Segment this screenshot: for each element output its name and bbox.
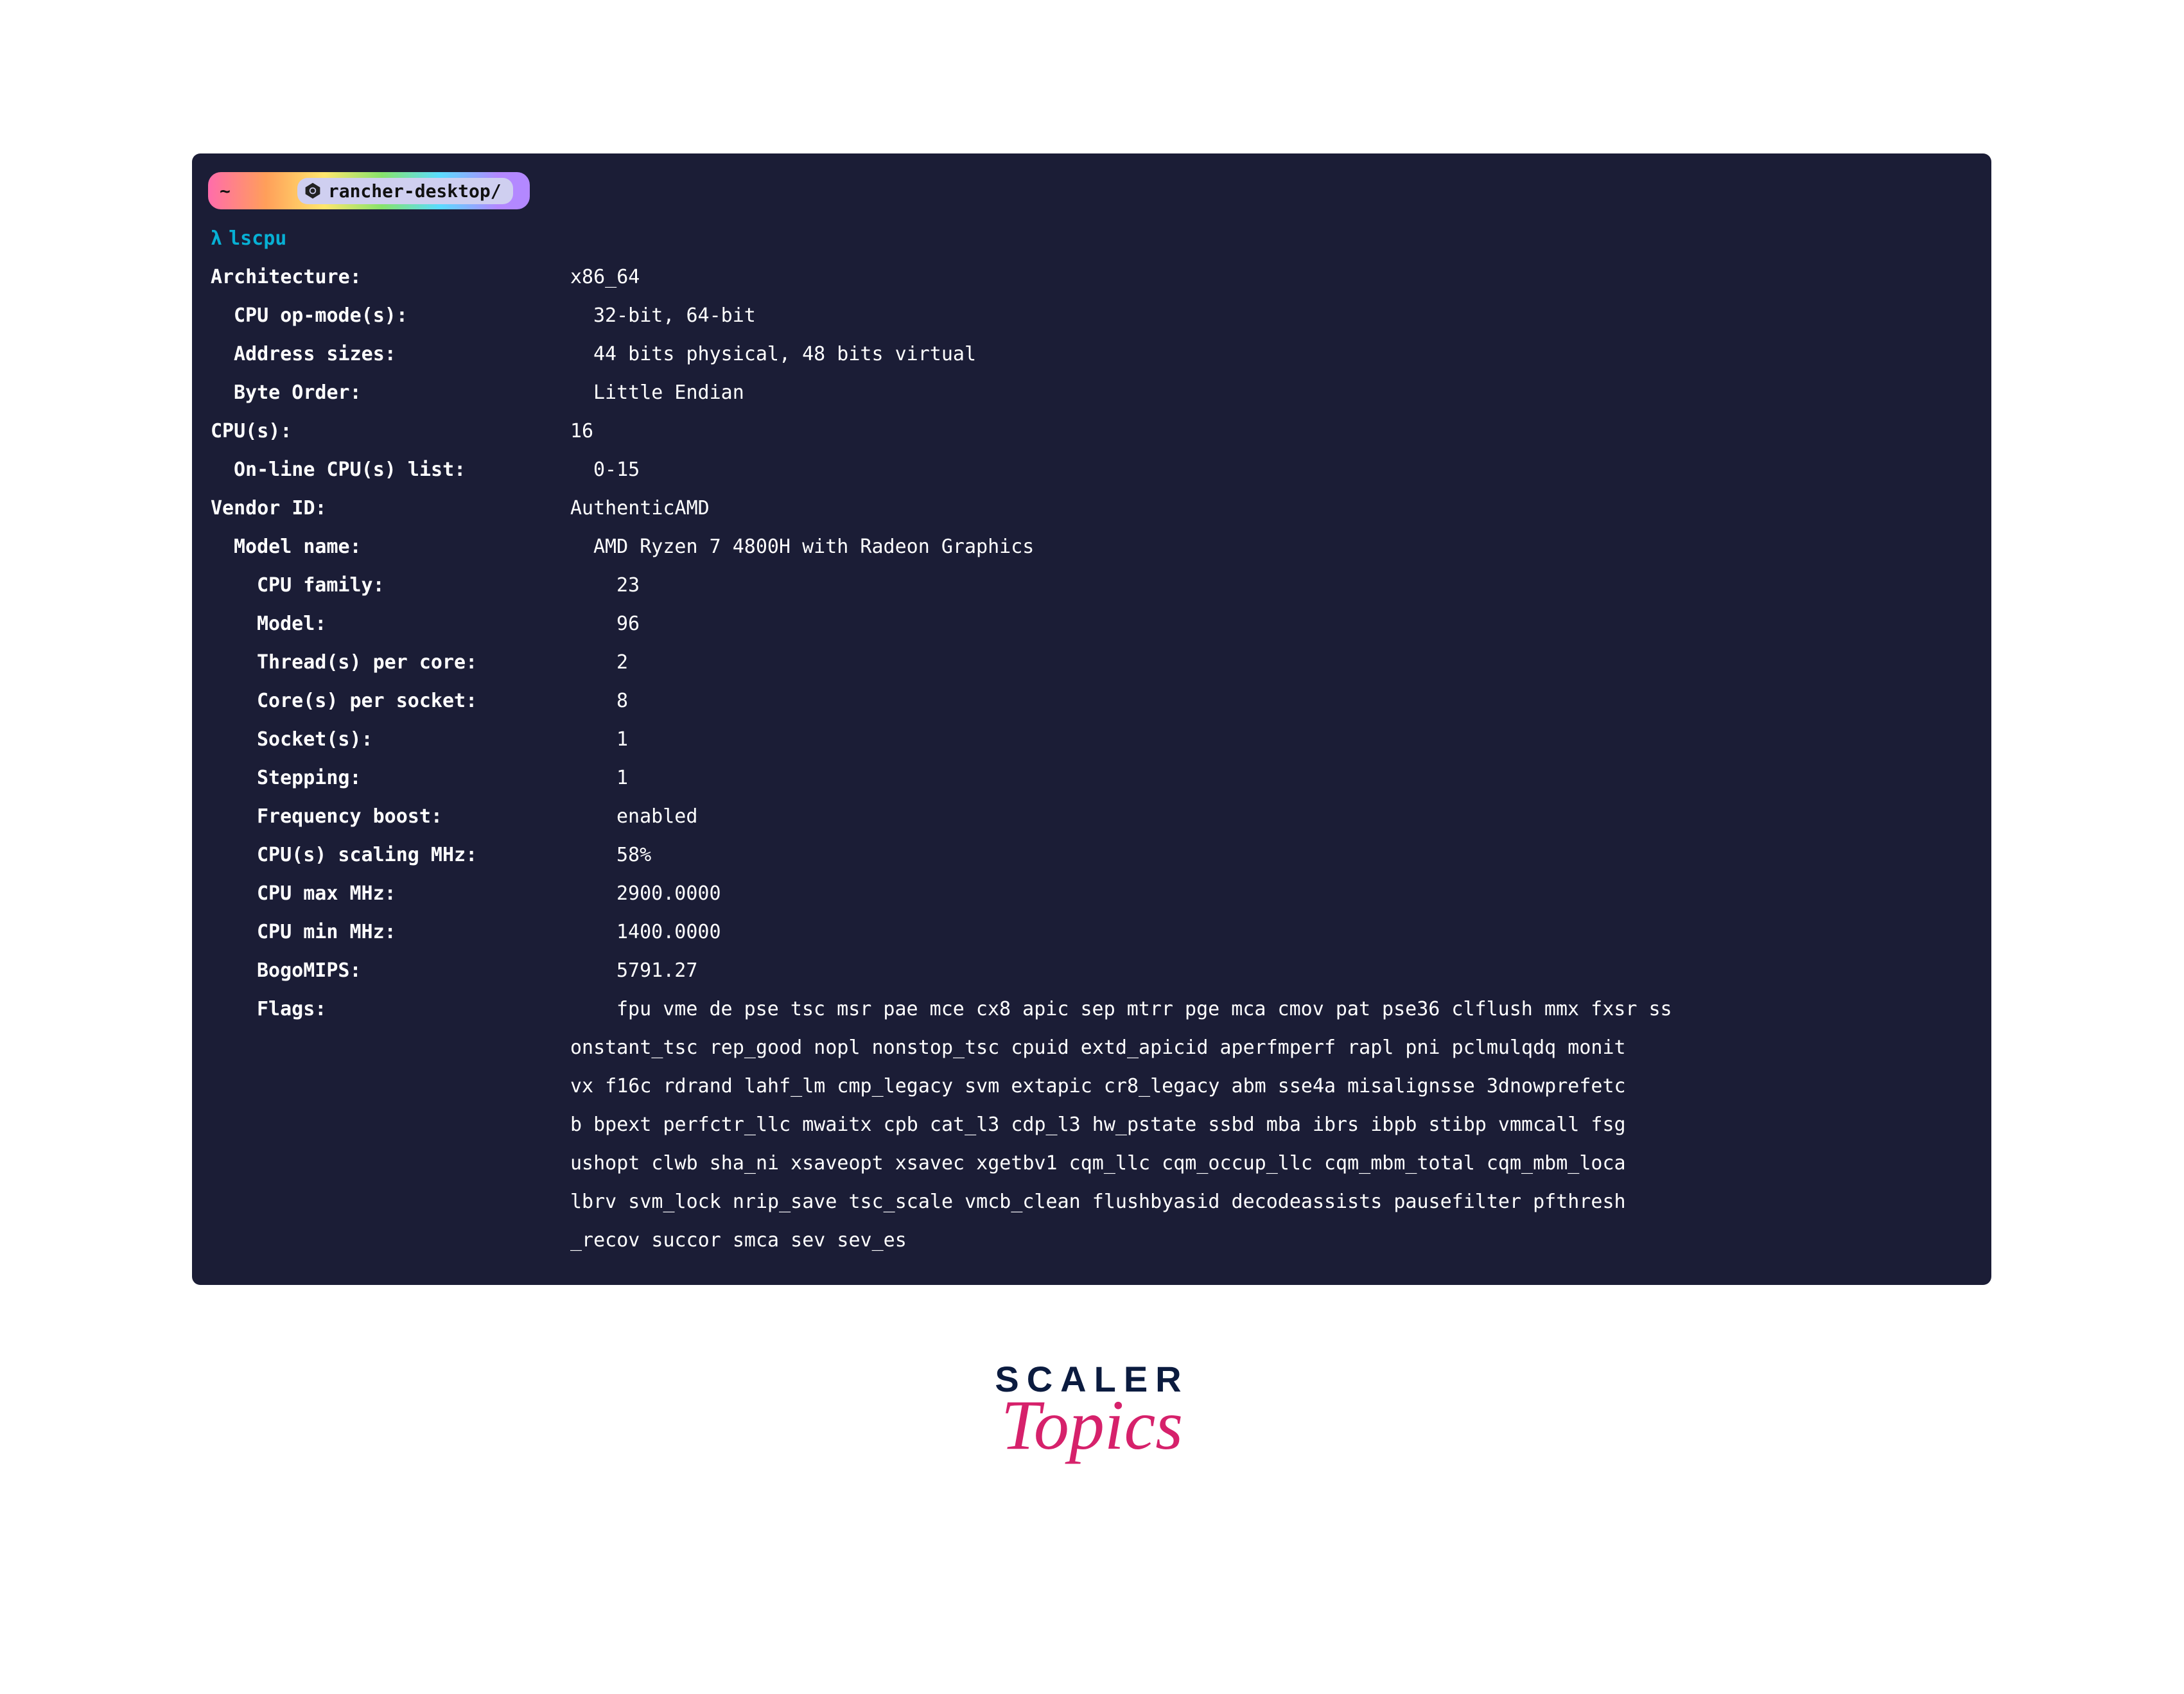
lscpu-label: Frequency boost:	[211, 798, 616, 836]
prompt-command: lscpu	[229, 227, 286, 250]
lscpu-label: CPU(s) scaling MHz:	[211, 836, 616, 875]
lscpu-row: CPU family:23	[211, 566, 1991, 605]
lscpu-label: Stepping:	[211, 759, 616, 798]
lscpu-value: 96	[616, 605, 640, 643]
lscpu-value: 0-15	[593, 451, 640, 489]
lscpu-value: 1	[616, 720, 628, 759]
lscpu-row: Architecture:x86_64	[211, 258, 1991, 297]
lscpu-label: BogoMIPS:	[211, 952, 616, 990]
lscpu-label: CPU op-mode(s):	[211, 297, 593, 335]
lscpu-row: CPU max MHz:2900.0000	[211, 875, 1991, 913]
lscpu-flags-continuation: vx f16c rdrand lahf_lm cmp_legacy svm ex…	[211, 1067, 1991, 1106]
k8s-context-label: rancher-desktop/	[328, 180, 502, 202]
prompt-lambda-icon: λ	[211, 227, 222, 250]
terminal-body[interactable]: λlscpu Architecture:x86_64CPU op-mode(s)…	[193, 216, 1991, 1260]
lscpu-flags-continuation: onstant_tsc rep_good nopl nonstop_tsc cp…	[211, 1029, 1991, 1067]
lscpu-value: 2	[616, 643, 628, 682]
lscpu-value: AuthenticAMD	[570, 489, 710, 528]
lscpu-row: Byte Order:Little Endian	[211, 374, 1991, 412]
lscpu-value: 1	[616, 759, 628, 798]
kubernetes-icon	[304, 182, 322, 200]
lscpu-row: Thread(s) per core:2	[211, 643, 1991, 682]
lscpu-value: 5791.27	[616, 952, 697, 990]
lscpu-flags-row: Flags: fpu vme de pse tsc msr pae mce cx…	[211, 990, 1991, 1029]
lscpu-row: CPU min MHz:1400.0000	[211, 913, 1991, 952]
logo-line-topics: Topics	[995, 1390, 1189, 1460]
lscpu-label: Socket(s):	[211, 720, 616, 759]
k8s-context-chip: rancher-desktop/	[297, 178, 513, 204]
lscpu-value: 58%	[616, 836, 651, 875]
lscpu-row: CPU op-mode(s):32-bit, 64-bit	[211, 297, 1991, 335]
lscpu-label: CPU(s):	[211, 412, 570, 451]
brand-logo-area: SCALER Topics	[193, 1361, 1991, 1460]
lscpu-label: CPU max MHz:	[211, 875, 616, 913]
lscpu-flags-value: fpu vme de pse tsc msr pae mce cx8 apic …	[616, 990, 1672, 1029]
lscpu-label: Model name:	[211, 528, 593, 566]
lscpu-value: 32-bit, 64-bit	[593, 297, 756, 335]
lscpu-value: 1400.0000	[616, 913, 721, 952]
terminal-tab-active[interactable]: ~ rancher-desktop/	[208, 172, 530, 209]
scaler-topics-logo: SCALER Topics	[995, 1361, 1189, 1460]
lscpu-row: BogoMIPS:5791.27	[211, 952, 1991, 990]
lscpu-label: Vendor ID:	[211, 489, 570, 528]
lscpu-label: Core(s) per socket:	[211, 682, 616, 720]
lscpu-value: AMD Ryzen 7 4800H with Radeon Graphics	[593, 528, 1034, 566]
lscpu-row: Socket(s):1	[211, 720, 1991, 759]
lscpu-label: CPU min MHz:	[211, 913, 616, 952]
lscpu-row: Stepping:1	[211, 759, 1991, 798]
lscpu-row: Address sizes:44 bits physical, 48 bits …	[211, 335, 1991, 374]
rainbow-stripes-icon	[234, 178, 292, 204]
lscpu-label: Model:	[211, 605, 616, 643]
lscpu-row: Vendor ID:AuthenticAMD	[211, 489, 1991, 528]
lscpu-value: 16	[570, 412, 593, 451]
lscpu-label: CPU family:	[211, 566, 616, 605]
lscpu-label: Byte Order:	[211, 374, 593, 412]
lscpu-flags-continuation: b bpext perfctr_llc mwaitx cpb cat_l3 cd…	[211, 1106, 1991, 1144]
lscpu-row: CPU(s) scaling MHz:58%	[211, 836, 1991, 875]
lscpu-row: Core(s) per socket:8	[211, 682, 1991, 720]
terminal-tabbar: ~ rancher-desktop/	[193, 154, 1991, 216]
lscpu-value: 44 bits physical, 48 bits virtual	[593, 335, 976, 374]
lscpu-label: Architecture:	[211, 258, 570, 297]
lscpu-row: CPU(s):16	[211, 412, 1991, 451]
lscpu-value: 8	[616, 682, 628, 720]
lscpu-row: On-line CPU(s) list:0-15	[211, 451, 1991, 489]
lscpu-label: On-line CPU(s) list:	[211, 451, 593, 489]
lscpu-flags-continuation: lbrv svm_lock nrip_save tsc_scale vmcb_c…	[211, 1183, 1991, 1221]
lscpu-label: Thread(s) per core:	[211, 643, 616, 682]
lscpu-value: Little Endian	[593, 374, 744, 412]
terminal-window: ~ rancher-desktop/ λlscpu Architectur	[193, 154, 1991, 1284]
lscpu-row: Model:96	[211, 605, 1991, 643]
lscpu-value: x86_64	[570, 258, 640, 297]
lscpu-value: 23	[616, 566, 640, 605]
prompt-line: λlscpu	[211, 220, 1991, 258]
lscpu-label: Address sizes:	[211, 335, 593, 374]
lscpu-row: Frequency boost:enabled	[211, 798, 1991, 836]
lscpu-row: Model name:AMD Ryzen 7 4800H with Radeon…	[211, 528, 1991, 566]
lscpu-flags-continuation: ushopt clwb sha_ni xsaveopt xsavec xgetb…	[211, 1144, 1991, 1183]
lscpu-flags-label: Flags:	[211, 990, 616, 1029]
page: ~ rancher-desktop/ λlscpu Architectur	[0, 0, 2184, 1694]
lscpu-flags-continuation: _recov succor smca sev sev_es	[211, 1221, 1991, 1260]
lscpu-value: enabled	[616, 798, 697, 836]
lscpu-value: 2900.0000	[616, 875, 721, 913]
home-dir-glyph: ~	[220, 180, 231, 202]
